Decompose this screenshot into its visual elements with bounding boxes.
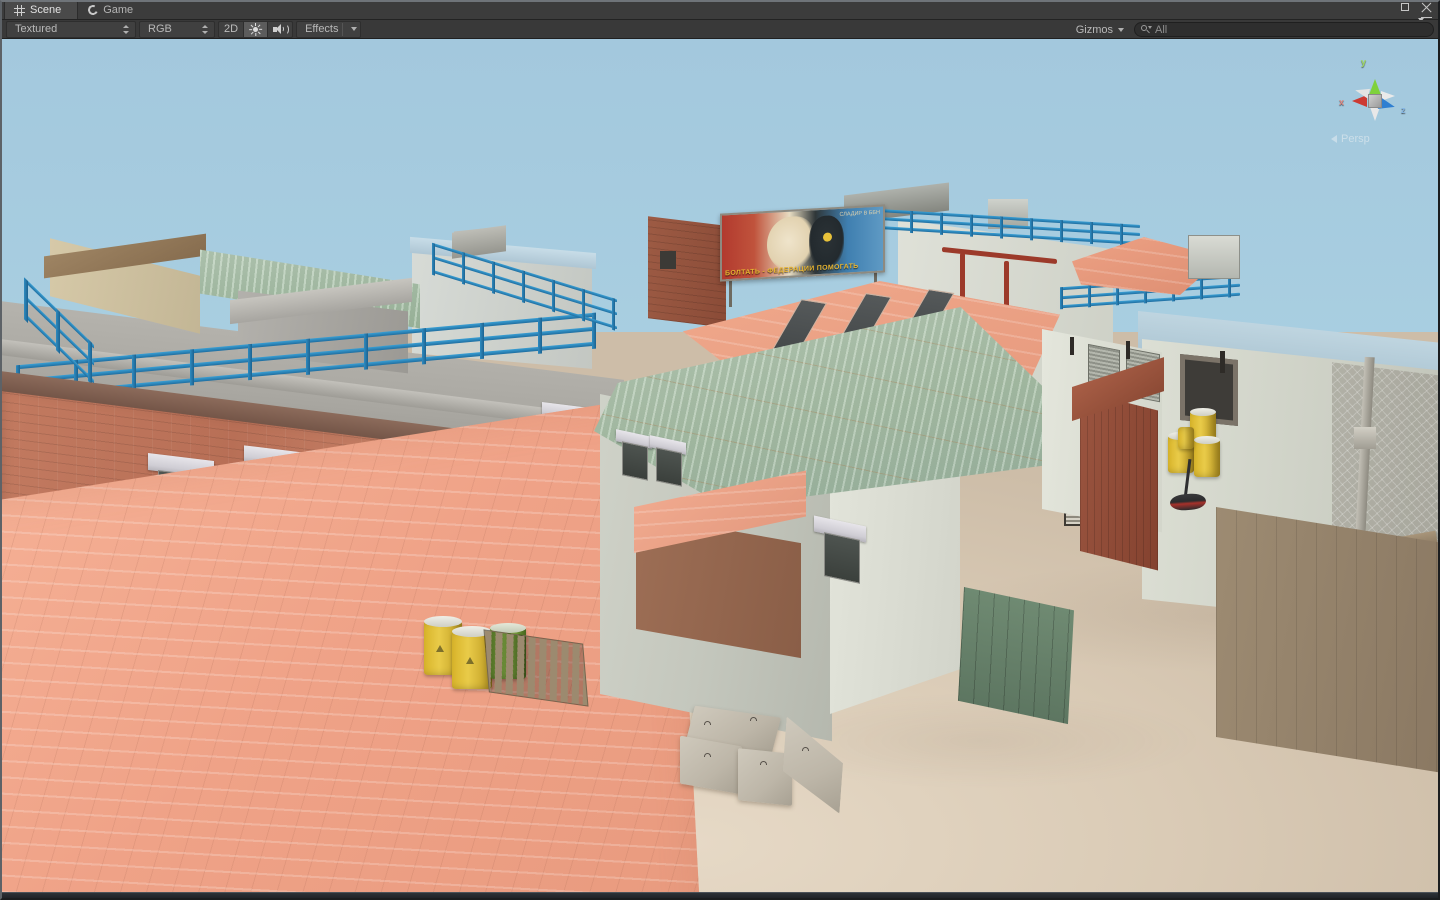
window-white-2 (656, 447, 682, 487)
far-brick-building (648, 216, 726, 328)
updown-arrows-icon-2 (201, 24, 210, 35)
search-icon (1141, 24, 1152, 35)
close-button[interactable] (1421, 1, 1434, 14)
game-icon (86, 3, 100, 17)
ac-unit-right (1188, 235, 1240, 279)
projection-mode-label: Persp (1341, 133, 1370, 145)
gizmo-label-x: x (1339, 97, 1345, 107)
window-buttons (1399, 1, 1434, 14)
window-white-1 (622, 441, 648, 481)
gizmo-axes (1351, 77, 1399, 125)
gizmo-axis-y-cone (1369, 79, 1381, 95)
draw-mode-label: Textured (15, 23, 58, 35)
block-hook-4 (760, 761, 767, 765)
lighting-toggle-button[interactable] (243, 20, 268, 38)
effects-label: Effects (305, 23, 339, 35)
barrel-right-4 (1178, 427, 1194, 449)
effects-dropdown[interactable]: Effects (296, 20, 361, 38)
gizmos-label: Gizmos (1075, 23, 1113, 36)
scene-toggles-group: 2D (218, 20, 294, 38)
speaker-icon (273, 23, 289, 35)
draw-mode-dropdown[interactable]: Textured (6, 20, 136, 38)
wall-lamp-right-1 (1070, 337, 1074, 355)
far-brick-window (660, 251, 676, 269)
maximize-icon (1401, 3, 1409, 11)
search-value: All (1155, 23, 1168, 36)
billboard-corner-text: СЛАДИР В ББН (839, 209, 880, 218)
scene-view-gizmo[interactable]: y x z Persp (1329, 55, 1421, 155)
scene-view-window: Scene Game Textured RGB 2D Effects Gizmo… (0, 0, 1440, 900)
barrel-right-3 (1194, 439, 1220, 477)
block-hook-2 (750, 717, 757, 721)
wall-lamp-right-3 (1220, 351, 1225, 373)
scene-viewport[interactable]: СЛАДИР В ББН БОЛТАТЬ - ФЕДЕРАЦИИ ПОМОГАТ… (0, 39, 1440, 900)
chevron-down-icon-2 (1118, 27, 1124, 32)
viewport-bottom-border (2, 892, 1439, 900)
barrel-center-1-top (424, 616, 462, 627)
block-hook-5 (802, 747, 809, 751)
hazard-symbol-1 (436, 645, 444, 652)
tab-scene-label: Scene (30, 4, 62, 16)
tab-scene[interactable]: Scene (4, 0, 79, 19)
render-mode-dropdown[interactable]: RGB (139, 20, 215, 38)
effects-separator (341, 22, 343, 36)
hazard-symbol-2 (466, 657, 474, 664)
gizmos-dropdown[interactable]: Gizmos (1070, 21, 1130, 38)
maximize-button[interactable] (1399, 1, 1412, 14)
tab-game[interactable]: Game (78, 0, 151, 19)
block-hook-1 (704, 721, 711, 725)
wall-lamp-right-2 (1126, 341, 1130, 359)
green-plank-door (957, 587, 1074, 725)
window-white-3 (824, 532, 860, 584)
persp-arrow-icon (1331, 135, 1337, 143)
toolbar-right-group: Gizmos All (1070, 21, 1434, 38)
block-hook-3 (704, 753, 711, 757)
search-input[interactable]: All (1134, 22, 1434, 37)
scene-toolbar: Textured RGB 2D Effects Gizmos All (0, 20, 1440, 39)
gizmo-label-z: z (1401, 105, 1406, 115)
sun-icon (249, 22, 263, 36)
tab-game-label: Game (103, 4, 134, 16)
gizmo-label-y: y (1361, 57, 1367, 67)
barrel-right-3-top (1194, 436, 1220, 444)
updown-arrows-icon (122, 24, 131, 35)
grid-icon (14, 4, 25, 16)
toggle-2d-button[interactable]: 2D (218, 20, 244, 38)
gizmo-center-cube (1368, 94, 1382, 108)
billboard: СЛАДИР В ББН БОЛТАТЬ - ФЕДЕРАЦИИ ПОМОГАТ… (720, 204, 885, 282)
wooden-fence-panel (1216, 507, 1439, 774)
utility-box (1354, 427, 1376, 449)
render-mode-label: RGB (148, 23, 172, 35)
shipping-container (1080, 391, 1158, 571)
barrel-right-1-top (1190, 408, 1216, 416)
chevron-down-icon (350, 27, 357, 31)
toggle-2d-label: 2D (224, 23, 239, 35)
tab-bar: Scene Game (0, 0, 1440, 26)
audio-toggle-button[interactable] (267, 20, 294, 38)
